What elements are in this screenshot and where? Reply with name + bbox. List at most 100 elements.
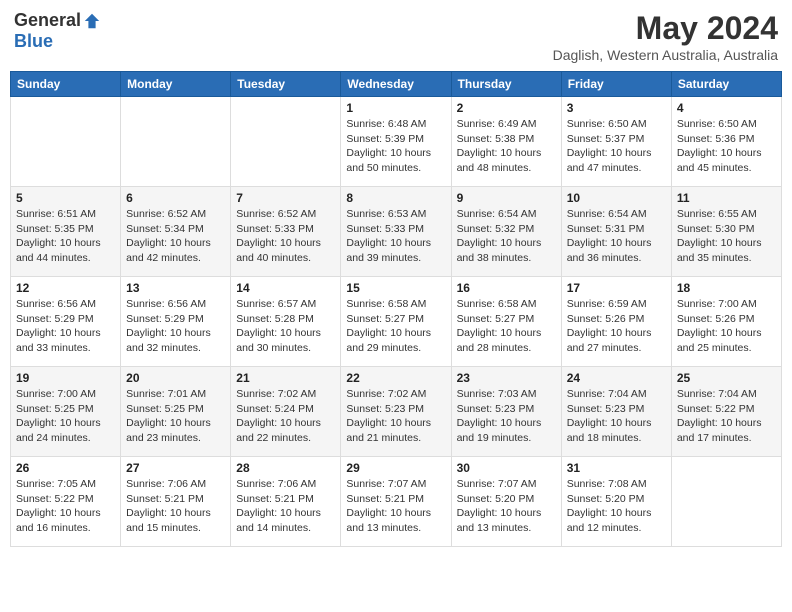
calendar-cell: 23 Sunrise: 7:03 AMSunset: 5:23 PMDayligh… [451, 367, 561, 457]
day-info: Sunrise: 7:04 AMSunset: 5:22 PMDaylight:… [677, 387, 776, 446]
day-info: Sunrise: 6:58 AMSunset: 5:27 PMDaylight:… [457, 297, 556, 356]
day-info: Sunrise: 6:56 AMSunset: 5:29 PMDaylight:… [16, 297, 115, 356]
day-info: Sunrise: 6:51 AMSunset: 5:35 PMDaylight:… [16, 207, 115, 266]
calendar-cell: 7Sunrise: 6:52 AMSunset: 5:33 PMDaylight… [231, 187, 341, 277]
day-number: 25 [677, 371, 776, 385]
calendar-cell [231, 97, 341, 187]
day-number: 24 [567, 371, 666, 385]
day-number: 16 [457, 281, 556, 295]
weekday-header: Thursday [451, 72, 561, 97]
calendar-week-row: 5 Sunrise: 6:51 AMSunset: 5:35 PMDaylight… [11, 187, 782, 277]
day-number: 23 [457, 371, 556, 385]
day-info: Sunrise: 7:07 AMSunset: 5:20 PMDaylight:… [457, 477, 556, 536]
day-info: Sunrise: 6:56 AMSunset: 5:29 PMDaylight:… [126, 297, 225, 356]
calendar-cell: 8Sunrise: 6:53 AMSunset: 5:33 PMDaylight… [341, 187, 451, 277]
day-info: Sunrise: 6:48 AMSunset: 5:39 PMDaylight:… [346, 117, 445, 176]
day-info: Sunrise: 7:06 AMSunset: 5:21 PMDaylight:… [236, 477, 335, 536]
day-number: 15 [346, 281, 445, 295]
day-number: 6 [126, 191, 225, 205]
calendar-cell: 15 Sunrise: 6:58 AMSunset: 5:27 PMDayligh… [341, 277, 451, 367]
day-number: 20 [126, 371, 225, 385]
day-info: Sunrise: 6:55 AMSunset: 5:30 PMDaylight:… [677, 207, 776, 266]
day-number: 2 [457, 101, 556, 115]
day-info: Sunrise: 7:08 AMSunset: 5:20 PMDaylight:… [567, 477, 666, 536]
calendar-cell: 31 Sunrise: 7:08 AMSunset: 5:20 PMDayligh… [561, 457, 671, 547]
day-info: Sunrise: 6:54 AMSunset: 5:32 PMDaylight:… [457, 207, 556, 266]
day-info: Sunrise: 6:54 AMSunset: 5:31 PMDaylight:… [567, 207, 666, 266]
calendar-cell: 30 Sunrise: 7:07 AMSunset: 5:20 PMDayligh… [451, 457, 561, 547]
day-info: Sunrise: 6:52 AMSunset: 5:34 PMDaylight:… [126, 207, 225, 266]
calendar-cell: 4Sunrise: 6:50 AMSunset: 5:36 PMDaylight… [671, 97, 781, 187]
day-info: Sunrise: 7:01 AMSunset: 5:25 PMDaylight:… [126, 387, 225, 446]
day-number: 28 [236, 461, 335, 475]
day-number: 9 [457, 191, 556, 205]
day-number: 8 [346, 191, 445, 205]
calendar-cell: 5 Sunrise: 6:51 AMSunset: 5:35 PMDaylight… [11, 187, 121, 277]
day-number: 3 [567, 101, 666, 115]
day-info: Sunrise: 6:57 AMSunset: 5:28 PMDaylight:… [236, 297, 335, 356]
day-info: Sunrise: 7:06 AMSunset: 5:21 PMDaylight:… [126, 477, 225, 536]
day-number: 19 [16, 371, 115, 385]
calendar-cell: 2 Sunrise: 6:49 AMSunset: 5:38 PMDaylight… [451, 97, 561, 187]
location-text: Daglish, Western Australia, Australia [553, 47, 778, 63]
day-info: Sunrise: 6:49 AMSunset: 5:38 PMDaylight:… [457, 117, 556, 176]
calendar-cell: 29 Sunrise: 7:07 AMSunset: 5:21 PMDayligh… [341, 457, 451, 547]
calendar-week-row: 1Sunrise: 6:48 AMSunset: 5:39 PMDaylight… [11, 97, 782, 187]
title-area: May 2024 Daglish, Western Australia, Aus… [553, 10, 778, 63]
month-title: May 2024 [553, 10, 778, 47]
calendar-table: SundayMondayTuesdayWednesdayThursdayFrid… [10, 71, 782, 547]
logo-blue-text: Blue [14, 31, 53, 52]
day-info: Sunrise: 6:58 AMSunset: 5:27 PMDaylight:… [346, 297, 445, 356]
day-info: Sunrise: 7:02 AMSunset: 5:24 PMDaylight:… [236, 387, 335, 446]
calendar-week-row: 26Sunrise: 7:05 AMSunset: 5:22 PMDayligh… [11, 457, 782, 547]
day-number: 10 [567, 191, 666, 205]
day-info: Sunrise: 7:02 AMSunset: 5:23 PMDaylight:… [346, 387, 445, 446]
calendar-cell: 18 Sunrise: 7:00 AMSunset: 5:26 PMDayligh… [671, 277, 781, 367]
calendar-cell: 28 Sunrise: 7:06 AMSunset: 5:21 PMDayligh… [231, 457, 341, 547]
weekday-header-row: SundayMondayTuesdayWednesdayThursdayFrid… [11, 72, 782, 97]
calendar-cell: 25 Sunrise: 7:04 AMSunset: 5:22 PMDayligh… [671, 367, 781, 457]
day-number: 7 [236, 191, 335, 205]
day-number: 17 [567, 281, 666, 295]
day-info: Sunrise: 7:07 AMSunset: 5:21 PMDaylight:… [346, 477, 445, 536]
weekday-header: Monday [121, 72, 231, 97]
day-info: Sunrise: 6:59 AMSunset: 5:26 PMDaylight:… [567, 297, 666, 356]
day-info: Sunrise: 7:03 AMSunset: 5:23 PMDaylight:… [457, 387, 556, 446]
logo: General Blue [14, 10, 101, 52]
calendar-cell: 27 Sunrise: 7:06 AMSunset: 5:21 PMDayligh… [121, 457, 231, 547]
calendar-cell: 20 Sunrise: 7:01 AMSunset: 5:25 PMDayligh… [121, 367, 231, 457]
calendar-cell [121, 97, 231, 187]
day-number: 13 [126, 281, 225, 295]
day-number: 29 [346, 461, 445, 475]
day-number: 30 [457, 461, 556, 475]
day-number: 4 [677, 101, 776, 115]
calendar-cell: 16 Sunrise: 6:58 AMSunset: 5:27 PMDayligh… [451, 277, 561, 367]
calendar-cell: 3 Sunrise: 6:50 AMSunset: 5:37 PMDaylight… [561, 97, 671, 187]
day-number: 27 [126, 461, 225, 475]
calendar-cell: 1Sunrise: 6:48 AMSunset: 5:39 PMDaylight… [341, 97, 451, 187]
calendar-cell: 12Sunrise: 6:56 AMSunset: 5:29 PMDayligh… [11, 277, 121, 367]
day-number: 31 [567, 461, 666, 475]
day-number: 21 [236, 371, 335, 385]
day-info: Sunrise: 7:04 AMSunset: 5:23 PMDaylight:… [567, 387, 666, 446]
weekday-header: Sunday [11, 72, 121, 97]
weekday-header: Tuesday [231, 72, 341, 97]
weekday-header: Saturday [671, 72, 781, 97]
calendar-cell: 10 Sunrise: 6:54 AMSunset: 5:31 PMDayligh… [561, 187, 671, 277]
day-info: Sunrise: 7:00 AMSunset: 5:26 PMDaylight:… [677, 297, 776, 356]
logo-icon [83, 12, 101, 30]
calendar-cell: 26Sunrise: 7:05 AMSunset: 5:22 PMDayligh… [11, 457, 121, 547]
day-number: 26 [16, 461, 115, 475]
calendar-cell: 24 Sunrise: 7:04 AMSunset: 5:23 PMDayligh… [561, 367, 671, 457]
day-number: 5 [16, 191, 115, 205]
calendar-week-row: 12Sunrise: 6:56 AMSunset: 5:29 PMDayligh… [11, 277, 782, 367]
calendar-cell: 21 Sunrise: 7:02 AMSunset: 5:24 PMDayligh… [231, 367, 341, 457]
calendar-cell: 6 Sunrise: 6:52 AMSunset: 5:34 PMDaylight… [121, 187, 231, 277]
calendar-cell: 9 Sunrise: 6:54 AMSunset: 5:32 PMDaylight… [451, 187, 561, 277]
page-header: General Blue May 2024 Daglish, Western A… [10, 10, 782, 63]
day-info: Sunrise: 6:50 AMSunset: 5:37 PMDaylight:… [567, 117, 666, 176]
weekday-header: Friday [561, 72, 671, 97]
calendar-cell: 13 Sunrise: 6:56 AMSunset: 5:29 PMDayligh… [121, 277, 231, 367]
calendar-cell [11, 97, 121, 187]
day-number: 18 [677, 281, 776, 295]
